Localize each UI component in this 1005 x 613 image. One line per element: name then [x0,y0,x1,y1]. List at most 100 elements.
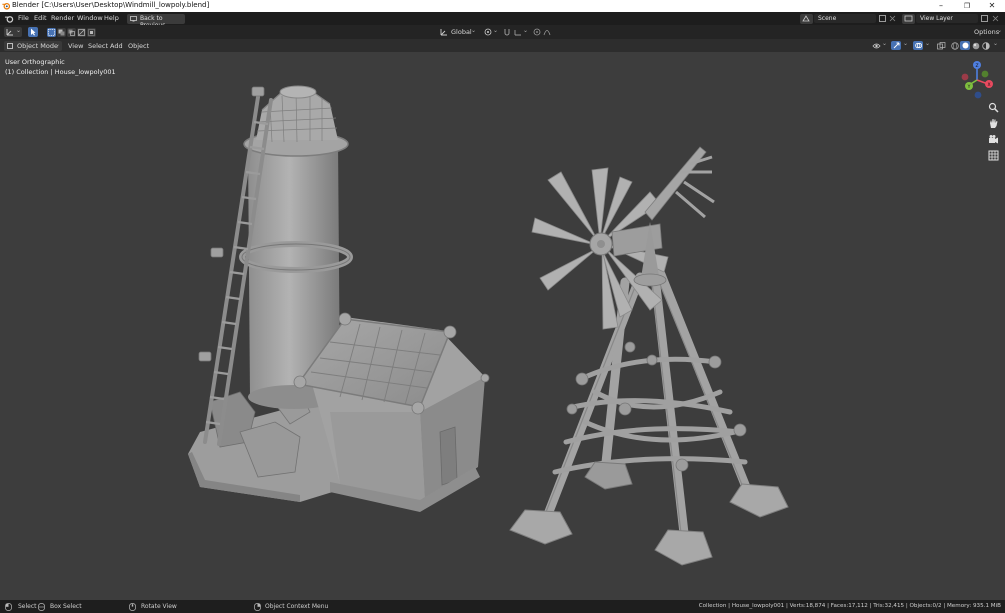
maximize-button[interactable]: ❐ [954,0,980,12]
select-mode-intersect-button[interactable] [87,27,96,37]
transform-orientation-icon [440,29,447,36]
object-mode-dropdown[interactable]: Object Mode ⌄ [4,40,62,51]
select-new-icon [48,28,55,36]
new-view-layer-icon[interactable] [981,15,988,22]
status-select-hint: Select [18,603,37,610]
select-subtract-icon [68,29,75,36]
falloff-icon[interactable] [543,28,551,36]
chevron-down-icon: ⌄ [903,40,909,47]
chevron-down-icon: ⌄ [882,40,888,47]
select-mode-subtract-button[interactable] [67,27,76,37]
menu-view[interactable]: View [68,42,83,50]
menu-help[interactable]: Help [104,14,119,22]
chevron-down-icon: ⌄ [925,40,931,47]
chevron-down-icon: ⌄ [993,40,999,47]
scene-name: Scene [818,15,837,22]
options-dropdown[interactable]: Options [974,28,999,36]
scene-icon [802,15,810,22]
blender-menu-icon[interactable] [4,14,14,23]
menu-window[interactable]: Window [77,14,103,22]
pivot-point-icon[interactable] [484,28,492,36]
window-title: Blender [C:\Users\User\Desktop\Windmill_… [12,1,210,9]
object-mode-label: Object Mode [17,42,58,50]
view-layer-browse-button[interactable] [902,13,915,24]
new-scene-icon[interactable] [879,15,886,22]
select-mode-new-button[interactable] [47,27,56,37]
scene-models [188,85,789,566]
gizmo-icon [893,42,899,49]
scene-statistics: Collection | House_lowpoly001 | Verts:18… [698,603,1001,609]
toggle-gizmos-button[interactable] [891,41,901,50]
delete-view-layer-icon[interactable] [992,15,999,22]
gizmo-z-label: Z [975,63,978,69]
pan-hand-icon[interactable] [988,118,999,129]
editor-type-button[interactable]: ⌄ [4,27,22,37]
orthographic-grid-icon[interactable] [988,150,999,161]
house-tower-model[interactable] [188,85,490,512]
menu-edit[interactable]: Edit [34,14,47,22]
chevron-down-icon: ⌄ [523,27,529,34]
object-mode-icon [7,42,13,49]
mouse-right-icon [254,602,261,611]
status-rotate-view-hint: Rotate View [141,603,177,610]
back-to-previous-button[interactable]: Back to Previous [127,13,185,29]
top-menu-bar: File Edit Render Window Help Back to Pre… [0,12,1005,29]
status-bar: Select Box Select Rotate View Object Con… [0,600,1005,613]
proportional-editing-icon[interactable] [533,28,541,36]
chevron-down-icon: ⌄ [493,27,499,34]
mouse-left-icon [5,602,12,611]
transform-orientation-dropdown[interactable]: Global [451,28,472,36]
chevron-down-icon: ⌄ [471,27,477,34]
snap-icon[interactable] [503,28,511,36]
view-layer-icon [904,15,913,22]
minimize-button[interactable]: – [928,0,954,12]
wireframe-shading-icon[interactable] [951,41,959,50]
zoom-icon[interactable] [988,102,999,113]
toggle-overlays-button[interactable] [913,41,923,50]
select-mode-invert-button[interactable] [77,27,86,37]
windmill-model[interactable] [509,146,789,566]
scene-browse-button[interactable] [800,13,813,24]
menu-add[interactable]: Add [110,42,123,50]
mouse-drag-icon [38,602,45,611]
cursor-arrow-icon [31,28,36,36]
status-context-menu-hint: Object Context Menu [265,603,329,610]
chevron-down-icon: ⌄ [16,27,22,34]
screen-icon [130,15,137,21]
solid-shading-button[interactable] [960,41,970,50]
chevron-down-icon: ⌄ [997,27,1003,34]
snap-target-icon[interactable] [514,28,522,36]
object-visibility-icon[interactable] [872,42,881,50]
scene-name-field[interactable]: Scene [814,14,876,23]
close-button[interactable]: ✕ [979,0,1005,12]
tool-select-button[interactable] [28,27,38,37]
overlays-icon [914,42,922,49]
select-invert-icon [78,28,85,36]
camera-view-icon[interactable] [988,134,999,145]
select-extend-icon [58,29,65,35]
view-layer-field[interactable]: View Layer [916,14,978,23]
menu-select[interactable]: Select [88,42,108,50]
blender-logo-icon [2,3,10,10]
menu-render[interactable]: Render [51,14,74,22]
gizmo-x-label: X [987,82,990,88]
window-title-bar: Blender [C:\Users\User\Desktop\Windmill_… [0,0,1005,12]
xray-toggle-icon[interactable] [937,41,946,50]
navigation-gizmo[interactable]: Z X Y [952,56,1002,104]
3d-viewport-icon [6,29,13,36]
view-layer-name: View Layer [920,15,953,22]
3d-viewport[interactable]: User Orthographic (1) Collection | House… [0,52,1005,600]
viewport-header: Object Mode ⌄ View Select Add Object ⌄ ⌄… [0,39,1005,52]
select-intersect-icon [88,28,95,36]
delete-scene-icon[interactable] [889,15,896,22]
mouse-middle-icon [129,602,136,611]
menu-file[interactable]: File [18,14,29,22]
status-box-select-hint: Box Select [50,603,82,610]
material-preview-icon[interactable] [972,42,980,50]
tool-settings-header: ⌄ Global ⌄ ⌄ ⌄ Options ⌄ [0,25,1005,39]
select-mode-extend-button[interactable] [57,27,66,37]
menu-object[interactable]: Object [128,42,149,50]
solid-shading-icon [962,42,968,49]
rendered-shading-icon[interactable] [982,41,990,50]
gizmo-y-label: Y [967,84,971,90]
